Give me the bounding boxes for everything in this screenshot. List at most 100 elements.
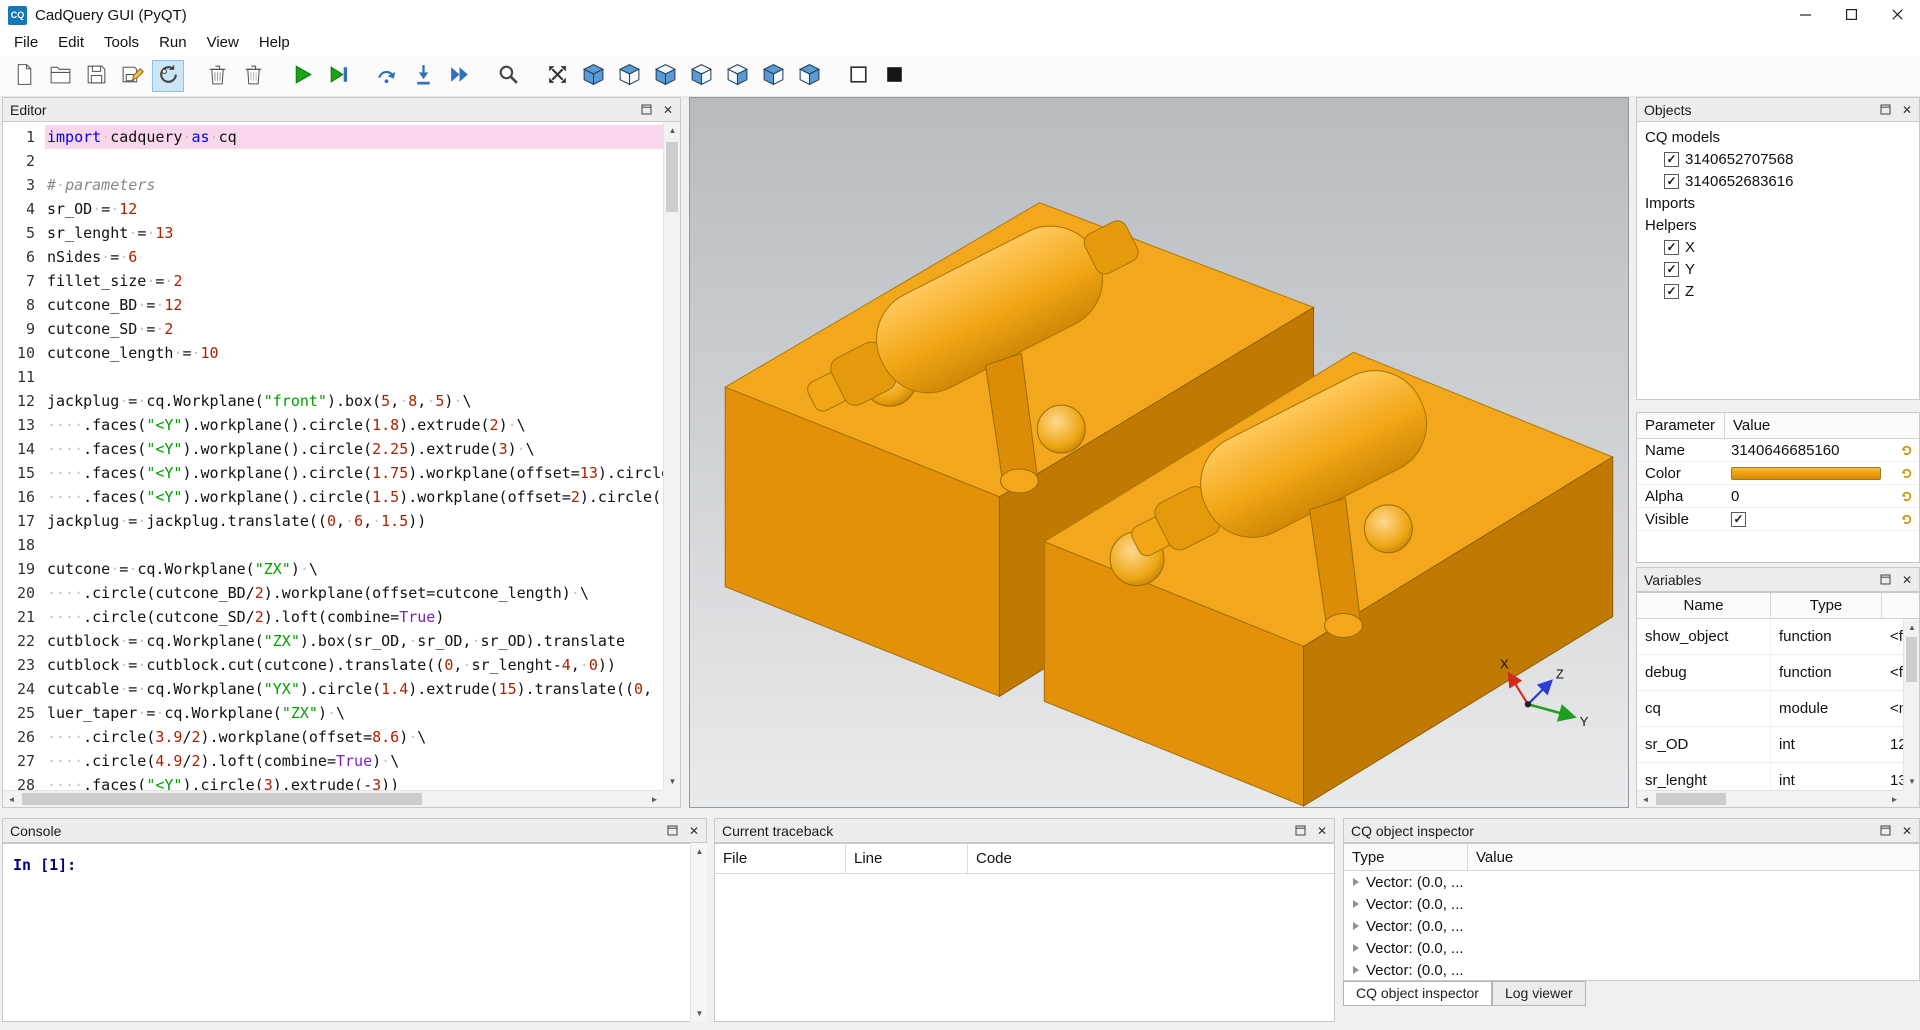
maximize-button[interactable] (1828, 0, 1874, 30)
variable-row-cq[interactable]: cqmodule<m (1637, 691, 1903, 727)
property-value[interactable] (1725, 512, 1893, 527)
view-iso-button[interactable] (577, 60, 609, 92)
close-panel-icon[interactable]: ✕ (1902, 104, 1912, 116)
inspector-row[interactable]: Vector: (0.0, ... (1344, 937, 1919, 959)
float-panel-icon[interactable] (1295, 825, 1306, 836)
fit-view-button[interactable] (541, 60, 573, 92)
tree-item-x[interactable]: X (1637, 236, 1919, 258)
editor-vertical-scrollbar[interactable]: ▲ ▼ (663, 122, 680, 790)
float-panel-icon[interactable] (667, 825, 678, 836)
tree-item-helpers[interactable]: Helpers (1637, 214, 1919, 236)
variables-horizontal-scrollbar[interactable]: ◄ ► (1637, 790, 1903, 807)
code-line[interactable]: 7fillet_size·=·2 (3, 269, 663, 293)
tree-item-y[interactable]: Y (1637, 258, 1919, 280)
scroll-up-icon[interactable]: ▲ (691, 843, 708, 860)
property-value[interactable]: 0 (1725, 488, 1893, 505)
inspector-row[interactable]: Vector: (0.0, ... (1344, 915, 1919, 937)
open-file-button[interactable] (44, 60, 76, 92)
save-as-button[interactable] (116, 60, 148, 92)
scrollbar-thumb[interactable] (22, 793, 422, 805)
code-line[interactable]: 3#·parameters (3, 173, 663, 197)
variables-vertical-scrollbar[interactable]: ▲ ▼ (1903, 619, 1919, 790)
scroll-down-icon[interactable]: ▼ (664, 773, 681, 790)
variable-row-show-object[interactable]: show_objectfunction<f (1637, 619, 1903, 655)
float-panel-icon[interactable] (1880, 104, 1891, 115)
menu-item-file[interactable]: File (4, 30, 48, 56)
menu-item-help[interactable]: Help (249, 30, 300, 56)
property-value[interactable] (1725, 467, 1893, 480)
code-line[interactable]: 23cutblock·=·cutblock.cut(cutcone).trans… (3, 653, 663, 677)
scroll-left-icon[interactable]: ◄ (1637, 791, 1654, 808)
scroll-left-icon[interactable]: ◄ (3, 791, 20, 808)
menu-item-edit[interactable]: Edit (48, 30, 94, 56)
view-right-button[interactable] (721, 60, 753, 92)
scroll-right-icon[interactable]: ► (1886, 791, 1903, 808)
float-panel-icon[interactable] (1880, 825, 1891, 836)
inspector-row[interactable]: Vector: (0.0, ... (1344, 893, 1919, 915)
color-swatch[interactable] (1731, 467, 1881, 480)
new-file-button[interactable] (8, 60, 40, 92)
editor-horizontal-scrollbar[interactable]: ◄ ► (3, 790, 663, 807)
property-row-visible[interactable]: Visible (1637, 508, 1919, 531)
checkbox[interactable] (1664, 284, 1679, 299)
float-panel-icon[interactable] (1880, 574, 1891, 585)
view-front-button[interactable] (757, 60, 789, 92)
property-value[interactable]: 3140646685160 (1725, 442, 1893, 459)
code-line[interactable]: 10cutcone_length·=·10 (3, 341, 663, 365)
save-button[interactable] (80, 60, 112, 92)
inspector-row[interactable]: Vector: (0.0, ... (1344, 871, 1919, 893)
debug-button[interactable] (322, 60, 354, 92)
reset-icon[interactable] (1893, 490, 1919, 503)
code-line[interactable]: 8cutcone_BD·=·12 (3, 293, 663, 317)
view-bottom-button[interactable] (649, 60, 681, 92)
reset-icon[interactable] (1893, 513, 1919, 526)
scrollbar-thumb[interactable] (1906, 637, 1917, 682)
close-panel-icon[interactable]: ✕ (1902, 574, 1912, 586)
expand-icon[interactable] (1353, 878, 1359, 886)
scroll-down-icon[interactable]: ▼ (691, 1005, 708, 1022)
property-row-name[interactable]: Name3140646685160 (1637, 439, 1919, 462)
scroll-down-icon[interactable]: ▼ (1904, 773, 1920, 790)
code-line[interactable]: 2 (3, 149, 663, 173)
code-line[interactable]: 28····.faces("<Y").circle(3).extrude(-3)… (3, 773, 663, 790)
code-line[interactable]: 14····.faces("<Y").workplane().circle(2.… (3, 437, 663, 461)
expand-icon[interactable] (1353, 966, 1359, 974)
code-line[interactable]: 1import·cadquery·as·cq (3, 125, 663, 149)
scroll-up-icon[interactable]: ▲ (664, 122, 681, 139)
tab-cq-object-inspector[interactable]: CQ object inspector (1343, 981, 1492, 1006)
close-panel-icon[interactable]: ✕ (1317, 825, 1327, 837)
tree-item-cq-models[interactable]: CQ models (1637, 126, 1919, 148)
code-editor[interactable]: 1import·cadquery·as·cq23#·parameters4sr_… (2, 122, 681, 808)
code-line[interactable]: 26····.circle(3.9/2).workplane(offset=8.… (3, 725, 663, 749)
code-line[interactable]: 21····.circle(cutcone_SD/2).loft(combine… (3, 605, 663, 629)
code-line[interactable]: 20····.circle(cutcone_BD/2).workplane(of… (3, 581, 663, 605)
code-line[interactable]: 12jackplug·=·cq.Workplane("front").box(5… (3, 389, 663, 413)
property-row-alpha[interactable]: Alpha0 (1637, 485, 1919, 508)
close-button[interactable] (1874, 0, 1920, 30)
variable-row-sr-lenght[interactable]: sr_lenghtint13 (1637, 763, 1903, 790)
expand-icon[interactable] (1353, 944, 1359, 952)
code-line[interactable]: 24cutcable·=·cq.Workplane("YX").circle(1… (3, 677, 663, 701)
expand-icon[interactable] (1353, 900, 1359, 908)
code-line[interactable]: 15····.faces("<Y").workplane().circle(1.… (3, 461, 663, 485)
code-line[interactable]: 16····.faces("<Y").workplane().circle(1.… (3, 485, 663, 509)
autoreload-button[interactable] (152, 60, 184, 92)
variable-row-debug[interactable]: debugfunction<f (1637, 655, 1903, 691)
delete-button[interactable] (237, 60, 269, 92)
step-button[interactable] (371, 60, 403, 92)
tree-item-z[interactable]: Z (1637, 280, 1919, 302)
visible-checkbox[interactable] (1731, 512, 1746, 527)
checkbox[interactable] (1664, 262, 1679, 277)
code-line[interactable]: 6nSides·=·6 (3, 245, 663, 269)
scroll-up-icon[interactable]: ▲ (1904, 619, 1920, 636)
clear-code-button[interactable] (201, 60, 233, 92)
objects-tree[interactable]: CQ models31406527075683140652683616Impor… (1636, 122, 1920, 400)
view-left-button[interactable] (685, 60, 717, 92)
code-line[interactable]: 4sr_OD·=·12 (3, 197, 663, 221)
code-line[interactable]: 25luer_taper·=·cq.Workplane("ZX")·\ (3, 701, 663, 725)
menu-item-tools[interactable]: Tools (94, 30, 149, 56)
code-line[interactable]: 5sr_lenght·=·13 (3, 221, 663, 245)
editor-code[interactable]: 1import·cadquery·as·cq23#·parameters4sr_… (3, 125, 663, 790)
wireframe-button[interactable] (842, 60, 874, 92)
menu-item-run[interactable]: Run (149, 30, 197, 56)
